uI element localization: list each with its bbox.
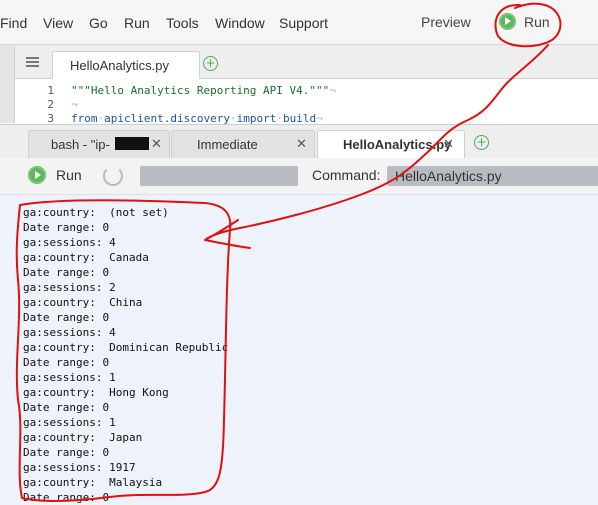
- output-line: ga:country: Canada: [23, 251, 149, 264]
- editor-tab-helloanalytics[interactable]: HelloAnalytics.py: [52, 51, 200, 79]
- output-line: ga:sessions: 2: [23, 281, 116, 294]
- play-icon: [28, 166, 46, 184]
- line-number: 1: [47, 84, 54, 97]
- output-line: ga:sessions: 1: [23, 371, 116, 384]
- output-line: ga:country: China: [23, 296, 143, 309]
- menu-find[interactable]: Find: [0, 15, 27, 31]
- output-line: Date range: 0: [23, 221, 110, 234]
- editor-tab-label: HelloAnalytics.py: [70, 58, 169, 73]
- code-line-1: """Hello Analytics Reporting API V4."""¬: [71, 84, 336, 97]
- output-line: Date range: 0: [23, 401, 110, 414]
- console-run-label: Run: [56, 167, 82, 183]
- run-button-label: Run: [524, 14, 550, 30]
- menu-view[interactable]: View: [43, 15, 73, 31]
- output-line: ga:country: (not set): [23, 206, 169, 219]
- console-tab-helloanalytics[interactable]: HelloAnalytics.py ✕: [317, 130, 465, 158]
- menu-bar: Find View Go Run Tools Window Support Pr…: [0, 0, 598, 45]
- close-icon[interactable]: ✕: [151, 136, 162, 152]
- line-number: 2: [47, 98, 54, 111]
- output-line: ga:sessions: 4: [23, 326, 116, 339]
- console-tab-bash[interactable]: bash - "ip- ✕: [28, 130, 170, 158]
- code-line-2: ¬: [71, 98, 78, 111]
- tab-list-icon[interactable]: [26, 57, 39, 68]
- close-icon[interactable]: ✕: [296, 136, 307, 152]
- side-panel-edge: [0, 45, 15, 123]
- output-line: Date range: 0: [23, 446, 110, 459]
- close-icon[interactable]: ✕: [443, 136, 454, 152]
- console-tab-immediate[interactable]: Immediate ✕: [171, 130, 315, 158]
- play-icon: [499, 13, 516, 30]
- runner-select[interactable]: [140, 166, 298, 186]
- redacted-block: [115, 137, 149, 150]
- docstring: """Hello Analytics Reporting API V4.""": [71, 84, 330, 97]
- menu-tools[interactable]: Tools: [166, 15, 199, 31]
- command-label: Command:: [312, 167, 381, 183]
- output-line: ga:country: Malaysia: [23, 476, 163, 489]
- menu-go[interactable]: Go: [89, 15, 108, 31]
- console-tab-label: Immediate: [197, 137, 258, 152]
- output-line: Date range: 0: [23, 311, 110, 324]
- output-line: ga:country: Dominican Republic: [23, 341, 229, 354]
- menu-support[interactable]: Support: [279, 15, 328, 31]
- menu-window[interactable]: Window: [215, 15, 265, 31]
- new-console-plus-icon[interactable]: +: [474, 135, 489, 150]
- output-line: ga:sessions: 4: [23, 236, 116, 249]
- output-line: ga:country: Japan: [23, 431, 143, 444]
- console-output: ga:country: (not set) Date range: 0 ga:s…: [0, 195, 598, 505]
- eol-marker: ¬: [71, 98, 78, 111]
- output-line: Date range: 0: [23, 266, 110, 279]
- new-tab-plus-icon[interactable]: +: [203, 56, 218, 71]
- console-tab-label: bash - "ip-: [51, 137, 110, 152]
- eol-marker: ¬: [329, 84, 336, 97]
- line-number-gutter: 1 2 3: [15, 79, 60, 125]
- restart-icon[interactable]: [103, 166, 123, 186]
- output-line: ga:country: Hong Kong: [23, 386, 169, 399]
- output-line: Date range: 0: [23, 491, 110, 504]
- menu-run[interactable]: Run: [124, 15, 150, 31]
- output-line: Date range: 0: [23, 356, 110, 369]
- output-line: ga:sessions: 1917: [23, 461, 136, 474]
- console-tab-label: HelloAnalytics.py: [343, 137, 452, 152]
- preview-button[interactable]: Preview: [421, 14, 471, 30]
- output-line: ga:sessions: 1: [23, 416, 116, 429]
- command-input[interactable]: [387, 166, 598, 186]
